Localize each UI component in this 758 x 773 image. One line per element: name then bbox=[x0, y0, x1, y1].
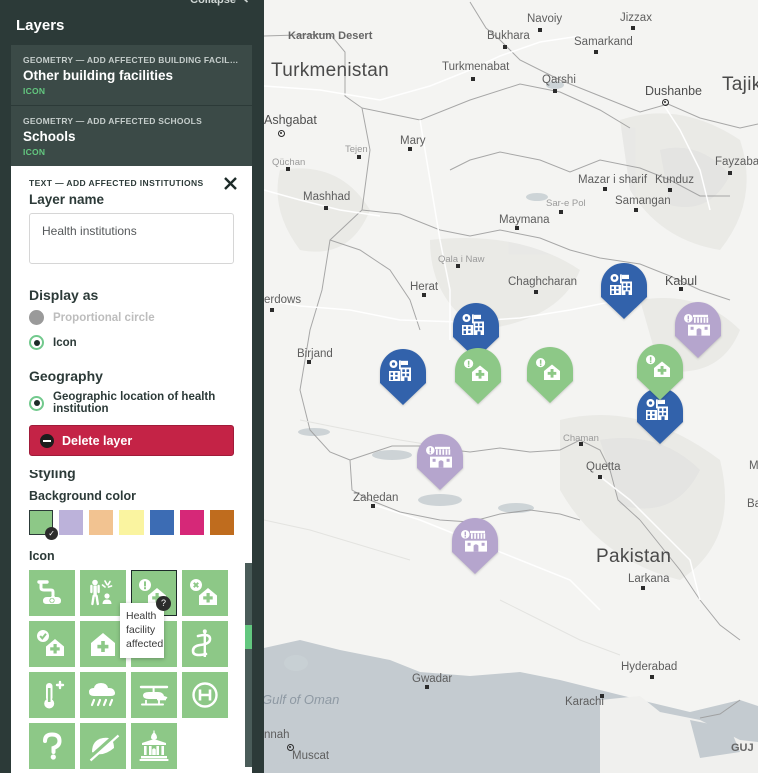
color-swatch-yellow[interactable] bbox=[119, 510, 144, 535]
color-swatch-blue[interactable] bbox=[149, 510, 174, 535]
color-swatch-green[interactable]: ✓ bbox=[29, 510, 59, 540]
radio-unselected-icon bbox=[29, 310, 44, 325]
layer-card-name: Other building facilities bbox=[23, 68, 174, 83]
medical-symbol-icon bbox=[188, 628, 222, 660]
government-building-icon bbox=[137, 730, 171, 762]
check-icon: ✓ bbox=[45, 527, 59, 540]
question-mark-icon bbox=[35, 730, 69, 762]
radio-selected-icon bbox=[29, 335, 44, 350]
close-icon[interactable] bbox=[221, 176, 239, 194]
layer-name-input[interactable] bbox=[29, 213, 234, 264]
app-root: Karakum Desert Turkmenistan Navoiy Jizzax Bu… bbox=[0, 0, 758, 773]
display-as-label: Display as bbox=[29, 287, 99, 303]
color-swatch-peach[interactable] bbox=[89, 510, 114, 535]
map-marker-school[interactable] bbox=[380, 349, 426, 405]
layer-card-kicker: GEOMETRY — ADD AFFECTED BUILDING FACILIT… bbox=[23, 55, 240, 65]
rain-cloud-icon bbox=[86, 679, 120, 711]
radio-icon[interactable]: Icon bbox=[29, 335, 234, 350]
icon-option-helicopter[interactable] bbox=[131, 672, 177, 718]
layers-sidebar: Collapse Layers GEOMETRY — ADD AFFECTED … bbox=[0, 0, 264, 773]
handwashing-icon bbox=[35, 577, 69, 609]
icon-option-question-mark[interactable] bbox=[29, 723, 75, 769]
health-facility-functional-icon bbox=[35, 628, 69, 660]
icon-tooltip-text: Health facility affected bbox=[126, 610, 164, 650]
icon-label: Icon bbox=[29, 549, 55, 563]
background-color-label: Background color bbox=[29, 489, 136, 503]
icon-option-health-facility-closed[interactable] bbox=[182, 570, 228, 616]
map-marker-other-building[interactable] bbox=[417, 434, 463, 490]
delete-layer-label: Delete layer bbox=[62, 433, 133, 448]
helicopter-icon bbox=[137, 679, 171, 711]
icon-option-crop-failure[interactable] bbox=[80, 723, 126, 769]
radio-label: Proportional circle bbox=[53, 311, 155, 324]
icon-option-medical-symbol[interactable] bbox=[182, 621, 228, 667]
radio-label: Icon bbox=[53, 336, 77, 349]
health-facility-icon bbox=[86, 628, 120, 660]
icon-option-handwashing[interactable] bbox=[29, 570, 75, 616]
map-marker-health[interactable] bbox=[455, 348, 501, 404]
collapse-button[interactable]: Collapse bbox=[190, 0, 250, 6]
map-marker-other-building[interactable] bbox=[452, 518, 498, 574]
sidebar-right-edge bbox=[252, 0, 264, 773]
radio-geographic-location[interactable]: Geographic location of health institutio… bbox=[29, 391, 234, 415]
helipad-icon bbox=[188, 679, 222, 711]
layer-card-schools[interactable]: GEOMETRY — ADD AFFECTED SCHOOLS Schools … bbox=[11, 106, 252, 166]
layer-card-kicker: GEOMETRY — ADD AFFECTED SCHOOLS bbox=[23, 116, 203, 126]
icon-option-government-building[interactable] bbox=[131, 723, 177, 769]
panel-kicker: TEXT — ADD AFFECTED INSTITUTIONS bbox=[29, 178, 204, 188]
background-color-swatches[interactable]: ✓ bbox=[29, 510, 234, 540]
health-facility-closed-icon bbox=[188, 577, 222, 609]
icon-tooltip: ? Health facility affected bbox=[120, 596, 171, 658]
layer-card-name: Schools bbox=[23, 129, 76, 144]
radio-proportional-circle[interactable]: Proportional circle bbox=[29, 310, 234, 325]
map-marker-other-building[interactable] bbox=[675, 302, 721, 358]
collapse-label: Collapse bbox=[190, 0, 236, 6]
layer-name-label: Layer name bbox=[29, 192, 105, 207]
layer-card-type: ICON bbox=[23, 147, 46, 157]
layer-card-type: ICON bbox=[23, 86, 46, 96]
color-swatch-brown[interactable] bbox=[209, 510, 234, 535]
geography-label: Geography bbox=[29, 368, 103, 384]
minus-circle-icon bbox=[40, 433, 54, 448]
map-marker-school[interactable] bbox=[601, 263, 647, 319]
layer-edit-panel: TEXT — ADD AFFECTED INSTITUTIONS Layer n… bbox=[11, 166, 252, 470]
map-marker-health[interactable] bbox=[527, 347, 573, 403]
layer-card-other-building-facilities[interactable]: GEOMETRY — ADD AFFECTED BUILDING FACILIT… bbox=[11, 45, 252, 105]
radio-label: Geographic location of health institutio… bbox=[53, 391, 216, 415]
hygiene-promotion-icon bbox=[86, 577, 120, 609]
tooltip-badge: ? bbox=[156, 596, 171, 611]
radio-selected-icon bbox=[29, 395, 44, 411]
crop-failure-icon bbox=[86, 730, 120, 762]
icon-option-thermometer-fever[interactable] bbox=[29, 672, 75, 718]
icon-option-health-facility-functional[interactable] bbox=[29, 621, 75, 667]
color-swatch-magenta[interactable] bbox=[179, 510, 204, 535]
thermometer-fever-icon bbox=[35, 679, 69, 711]
icon-option-rain-cloud[interactable] bbox=[80, 672, 126, 718]
page-title: Layers bbox=[16, 17, 65, 34]
delete-layer-button[interactable]: Delete layer bbox=[29, 425, 234, 456]
icon-picker-grid[interactable] bbox=[29, 570, 234, 769]
color-swatch-lavender[interactable] bbox=[59, 510, 84, 535]
icon-option-helipad[interactable] bbox=[182, 672, 228, 718]
chevron-left-icon bbox=[241, 0, 250, 6]
